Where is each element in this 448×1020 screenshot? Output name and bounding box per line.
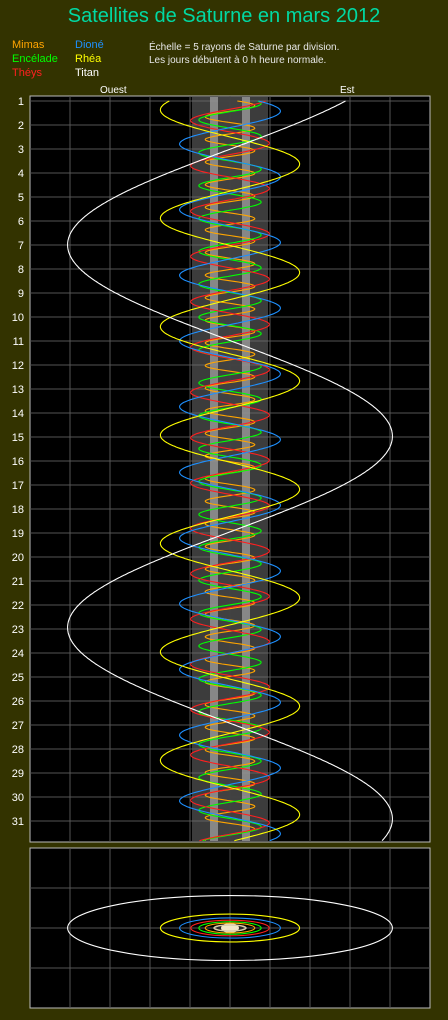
day-tick-label: 8 bbox=[18, 264, 24, 276]
day-tick-label: 28 bbox=[12, 744, 24, 756]
day-labels: 1234567891011121314151617181920212223242… bbox=[12, 96, 24, 828]
day-tick-label: 25 bbox=[12, 672, 24, 684]
day-tick-label: 2 bbox=[18, 120, 24, 132]
day-tick-label: 13 bbox=[12, 384, 24, 396]
day-tick-label: 12 bbox=[12, 360, 24, 372]
day-tick-label: 19 bbox=[12, 528, 24, 540]
day-tick-label: 31 bbox=[12, 816, 24, 828]
day-tick-label: 5 bbox=[18, 192, 24, 204]
day-tick-label: 20 bbox=[12, 552, 24, 564]
day-tick-label: 24 bbox=[12, 648, 24, 660]
day-tick-label: 21 bbox=[12, 576, 24, 588]
day-tick-label: 17 bbox=[12, 480, 24, 492]
chart-svg: 1234567891011121314151617181920212223242… bbox=[12, 95, 431, 1009]
day-tick-label: 7 bbox=[18, 240, 24, 252]
day-tick-label: 16 bbox=[12, 456, 24, 468]
day-tick-label: 9 bbox=[18, 288, 24, 300]
day-tick-label: 22 bbox=[12, 600, 24, 612]
day-tick-label: 10 bbox=[12, 312, 24, 324]
day-tick-label: 18 bbox=[12, 504, 24, 516]
day-tick-label: 26 bbox=[12, 696, 24, 708]
day-tick-label: 23 bbox=[12, 624, 24, 636]
day-tick-label: 30 bbox=[12, 792, 24, 804]
day-tick-label: 6 bbox=[18, 216, 24, 228]
day-tick-label: 11 bbox=[13, 336, 24, 348]
day-tick-label: 4 bbox=[18, 168, 24, 180]
day-tick-label: 15 bbox=[12, 432, 24, 444]
day-tick-label: 29 bbox=[12, 768, 24, 780]
day-tick-label: 14 bbox=[12, 408, 24, 420]
day-tick-label: 3 bbox=[18, 144, 24, 156]
day-tick-label: 27 bbox=[12, 720, 24, 732]
day-tick-label: 1 bbox=[18, 96, 24, 108]
